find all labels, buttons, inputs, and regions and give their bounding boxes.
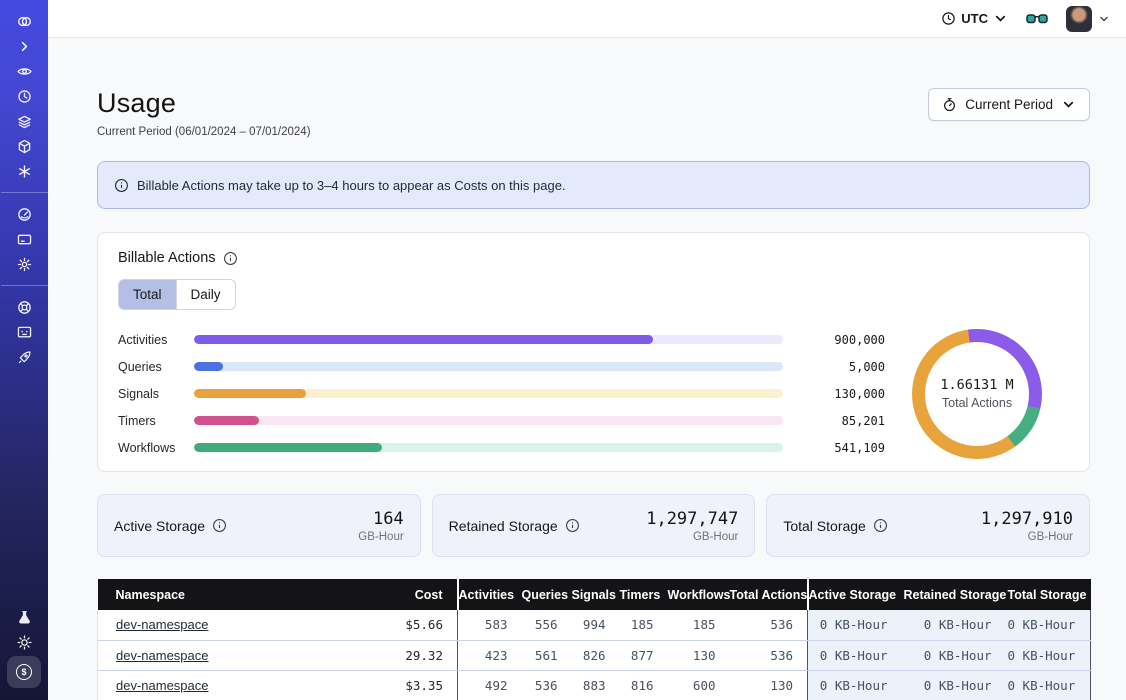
retained-storage-card: Retained Storage 1,297,747 GB-Hour [432,494,756,557]
active-storage-card: Active Storage 164 GB-Hour [97,494,421,557]
support-lifebuoy-icon[interactable] [7,296,41,318]
tab-total[interactable]: Total [119,280,176,309]
chevron-down-icon [993,11,1008,26]
sidebar-divider [1,285,48,286]
table-row: dev-namespace $3.35 492 536 883 816 600 … [98,670,1091,700]
usage-page: Usage Current Period (06/01/2024 – 07/01… [48,38,1126,700]
sidebar-divider [1,192,48,193]
workflows-bar-track [194,443,783,452]
activities-bar-track [194,335,783,344]
tab-daily[interactable]: Daily [176,280,235,309]
col-workflows: Workflows [668,579,730,610]
clock-icon [941,11,956,26]
table-row: dev-namespace $5.66 583 556 994 185 185 … [98,610,1091,640]
queries-bar-track [194,362,783,371]
bar-row-timers: Timers 85,201 [118,407,885,434]
table-header-row: Namespace Cost Activities Queries Signal… [98,579,1091,610]
total-actions-value: 1.66131 M [940,377,1013,393]
total-daily-toggle: Total Daily [118,279,236,310]
namespace-link[interactable]: dev-namespace [116,678,209,693]
billable-actions-title: Billable Actions [118,250,216,266]
bar-row-activities: Activities 900,000 [118,326,885,353]
retained-storage-value: 1,297,747 [646,509,738,529]
col-timers: Timers [620,579,668,610]
theme-sun-icon[interactable] [7,631,41,653]
col-namespace: Namespace [98,579,386,610]
deployments-cube-icon[interactable] [7,135,41,157]
col-queries: Queries [522,579,572,610]
namespace-link[interactable]: dev-namespace [116,617,209,632]
info-icon[interactable] [212,518,227,533]
workflows-bar-fill [194,443,382,452]
col-retained-storage: Retained Storage [904,579,1008,610]
billing-card-icon[interactable] [7,228,41,250]
sidebar: $ [0,0,48,700]
banner-text: Billable Actions may take up to 3–4 hour… [137,178,566,193]
queries-bar-fill [194,362,223,371]
settings-gear-icon[interactable] [7,253,41,275]
info-icon[interactable] [565,518,580,533]
main-area: UTC Usage Current Period (06/01/2024 – 0… [48,0,1126,700]
avatar [1066,6,1092,32]
info-icon [114,178,129,193]
labs-flask-icon[interactable] [7,606,41,628]
app-root: $ UTC Usage Current Period (06/01/20 [0,0,1126,700]
signals-bar-track [194,389,783,398]
active-storage-value: 164 [373,509,404,529]
schedules-clock-icon[interactable] [7,85,41,107]
timers-bar-fill [194,416,259,425]
info-banner: Billable Actions may take up to 3–4 hour… [97,161,1090,209]
getting-started-rocket-icon[interactable] [7,346,41,368]
bar-row-workflows: Workflows 541,109 [118,434,885,461]
billable-actions-chart: Activities 900,000 Queries 5,000 Signals [118,326,1069,461]
user-menu[interactable] [1066,6,1110,32]
stopwatch-icon [942,97,957,112]
info-icon[interactable] [223,251,238,266]
billable-actions-card: Billable Actions Total Daily Activities … [97,232,1090,472]
page-subtitle: Current Period (06/01/2024 – 07/01/2024) [97,126,311,138]
feedback-screen-icon[interactable] [7,321,41,343]
namespaces-eye-icon[interactable] [7,60,41,82]
info-icon[interactable] [873,518,888,533]
namespace-usage-table: Namespace Cost Activities Queries Signal… [97,579,1090,700]
col-total-storage: Total Storage [1008,579,1091,610]
namespace-link[interactable]: dev-namespace [116,648,209,663]
nexus-asterisk-icon[interactable] [7,160,41,182]
signals-bar-fill [194,389,306,398]
page-header: Usage Current Period (06/01/2024 – 07/01… [97,88,1090,138]
chevron-down-icon [1061,97,1076,112]
total-actions-label: Total Actions [942,396,1012,410]
period-selector-button[interactable]: Current Period [928,88,1090,121]
usage-billing-coin-icon[interactable]: $ [7,656,41,688]
layers-icon[interactable] [7,110,41,132]
timezone-label: UTC [961,11,988,26]
topbar: UTC [48,0,1126,38]
col-active-storage: Active Storage [808,579,904,610]
timezone-selector[interactable]: UTC [941,11,1008,26]
total-actions-donut: 1.66131 M Total Actions [912,329,1042,459]
temporal-logo-icon[interactable] [7,10,41,32]
col-total-actions: Total Actions [730,579,808,610]
usage-gauge-icon[interactable] [7,203,41,225]
expand-chevron-icon[interactable] [7,35,41,57]
total-storage-value: 1,297,910 [981,509,1073,529]
page-title: Usage [97,88,311,119]
col-activities: Activities [458,579,522,610]
activities-bar-fill [194,335,653,344]
timers-bar-track [194,416,783,425]
col-signals: Signals [572,579,620,610]
table-row: dev-namespace 29.32 423 561 826 877 130 … [98,640,1091,670]
total-storage-card: Total Storage 1,297,910 GB-Hour [766,494,1090,557]
storage-summary-row: Active Storage 164 GB-Hour Retained Stor… [97,494,1090,557]
period-button-label: Current Period [965,97,1053,112]
chevron-down-icon [1098,13,1110,25]
bar-row-signals: Signals 130,000 [118,380,885,407]
bar-row-queries: Queries 5,000 [118,353,885,380]
col-cost: Cost [386,579,458,610]
glasses-icon[interactable] [1026,11,1048,26]
